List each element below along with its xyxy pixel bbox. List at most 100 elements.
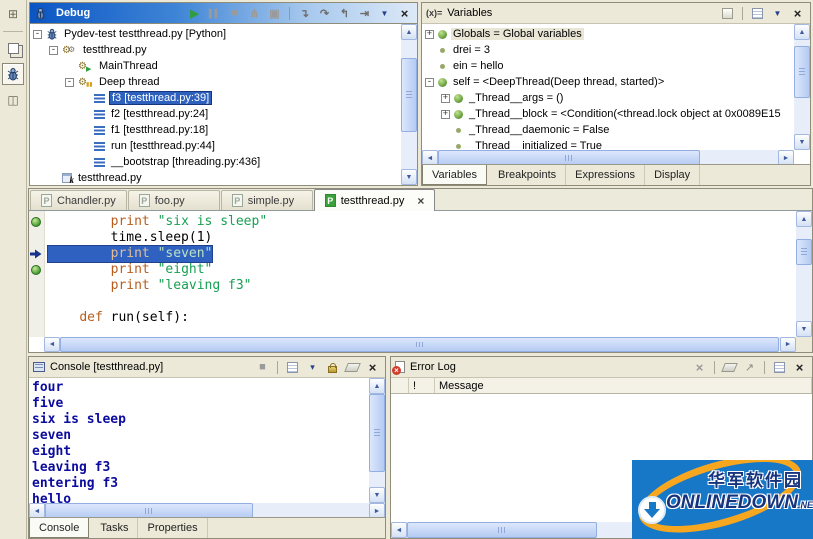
collapse-icon[interactable]: - [425,78,434,87]
scrollbar-thumb[interactable] [369,394,385,472]
console-view-tab-tasks[interactable]: Tasks [91,518,138,538]
step-over-icon[interactable]: ↷ [318,6,331,21]
scroll-down-button[interactable]: ▼ [796,321,812,337]
errorlog-column-blank[interactable] [391,378,409,393]
step-filters-icon[interactable]: ⇥ [358,6,371,21]
variables-view-tab-expressions[interactable]: Expressions [566,165,645,185]
expand-icon[interactable]: + [441,94,450,103]
console-view-tab-console[interactable]: Console [29,518,89,538]
variable-tree-item[interactable]: +Globals = Global variables [422,26,794,42]
suspend-icon[interactable]: ▌▌ [208,6,221,21]
editor-gutter[interactable] [29,211,45,337]
errorlog-column-message[interactable]: Message [435,378,812,393]
scrollbar-thumb[interactable] [60,337,779,352]
debug-tree-item[interactable]: -⚙⚙testthread.py [30,42,401,58]
variables-view-tab-display[interactable]: Display [645,165,700,185]
debug-tree-item[interactable]: run [testthread.py:44] [30,138,401,154]
terminate-icon[interactable]: ■ [228,6,241,21]
open-perspective-icon[interactable]: ⊞ [2,3,24,25]
debug-vertical-scrollbar[interactable]: ▲ ▼ [401,24,417,185]
open-log-icon[interactable] [773,360,786,375]
editor-tab-foo.py[interactable]: Pfoo.py [128,190,220,210]
resume-icon[interactable]: ▶ [188,6,201,21]
scrollbar-thumb[interactable] [407,522,597,538]
terminate-icon[interactable]: ■ [256,360,269,375]
scroll-lock-icon[interactable] [326,360,339,375]
scrollbar-thumb[interactable] [796,239,812,265]
debug-view-titlebar[interactable]: Debug ▶▌▌■⋔▣↴↷↰⇥▼× [30,3,417,24]
plugin-perspective-icon[interactable]: ◫ [2,89,24,111]
debug-tree-item[interactable]: -⚙▮▮Deep thread [30,74,401,90]
editor-tab-simple.py[interactable]: Psimple.py [221,190,313,210]
variable-tree-item[interactable]: drei = 3 [422,42,794,58]
scroll-up-button[interactable]: ▲ [794,24,810,40]
variable-tree-item[interactable]: _Thread__daemonic = False [422,122,794,138]
variables-view-tab-variables[interactable]: Variables [422,165,487,185]
expand-icon[interactable]: + [425,30,434,39]
editor-horizontal-scrollbar[interactable]: ◄ ► [44,337,796,352]
scroll-up-button[interactable]: ▲ [401,24,417,40]
scroll-up-button[interactable]: ▲ [796,211,812,227]
expand-icon[interactable]: + [441,110,450,119]
step-into-icon[interactable]: ↴ [298,6,311,21]
show-logical-structure-icon[interactable] [751,6,764,21]
close-icon[interactable]: × [398,6,411,21]
collapse-icon[interactable]: - [49,46,58,55]
close-icon[interactable]: × [791,6,804,21]
view-menu-icon[interactable]: ▼ [771,6,784,21]
close-icon[interactable]: × [793,360,806,375]
debug-tree-item[interactable]: f2 [testthread.py:24] [30,106,401,122]
debug-tree-item[interactable]: ⚙▶MainThread [30,58,401,74]
variable-tree-item[interactable]: +_Thread__args = () [422,90,794,106]
code-editor[interactable]: print "six is sleep" time.sleep(1) print… [45,211,796,337]
editor-tab-chandler.py[interactable]: PChandler.py [30,190,127,210]
show-type-names-icon[interactable] [721,6,734,21]
collapse-icon[interactable]: - [65,78,74,87]
console-output[interactable]: fourfivesix is sleepseveneightleaving f3… [29,378,369,505]
variables-view-titlebar[interactable]: (x)= Variables ▼× [422,3,810,24]
disconnect-icon[interactable]: ⋔ [248,6,261,21]
console-view-titlebar[interactable]: Console [testthread.py] ■▾× [29,357,385,378]
close-icon[interactable]: × [366,360,379,375]
debug-perspective-icon[interactable] [2,63,24,85]
variables-tree[interactable]: +Globals = Global variablesdrei = 3ein =… [422,24,794,152]
breakpoint-icon[interactable] [31,265,41,275]
debug-tree-item[interactable]: f3 [testthread.py:39] [30,90,401,106]
step-return-icon[interactable]: ↰ [338,6,351,21]
variable-tree-item[interactable]: +_Thread__block = <Condition(<thread.loc… [422,106,794,122]
scroll-down-button[interactable]: ▼ [794,134,810,150]
collapse-icon[interactable]: - [33,30,42,39]
debug-tree-item[interactable]: f1 [testthread.py:18] [30,122,401,138]
export-log-icon[interactable]: ↗ [743,360,756,375]
clear-console-icon[interactable] [346,360,359,375]
editor-tab-testthread.py[interactable]: Ptestthread.py× [314,189,436,211]
scroll-up-button[interactable]: ▲ [369,378,385,394]
debug-tree-item[interactable]: __bootstrap [threading.py:436] [30,154,401,170]
close-tab-icon[interactable]: × [417,194,424,208]
variable-tree-item[interactable]: ein = hello [422,58,794,74]
scrollbar-thumb[interactable] [794,46,810,98]
variables-vertical-scrollbar[interactable]: ▲ ▼ [794,24,810,150]
debug-tree-item[interactable]: ktestthread.py [30,170,401,185]
scroll-left-button[interactable]: ◄ [44,337,60,352]
remove-terminated-icon[interactable]: ▣ [268,6,281,21]
console-vertical-scrollbar[interactable]: ▲ ▼ [369,378,385,503]
scroll-left-button[interactable]: ◄ [391,522,407,538]
variables-view-tab-breakpoints[interactable]: Breakpoints [489,165,566,185]
clear-log-icon[interactable] [723,360,736,375]
delete-log-icon[interactable]: × [693,360,706,375]
scroll-right-button[interactable]: ► [780,337,796,352]
scroll-down-button[interactable]: ▼ [401,169,417,185]
errorlog-column-[interactable]: ! [409,378,435,393]
variable-tree-item[interactable]: -self = <DeepThread(Deep thread, started… [422,74,794,90]
resource-perspective-icon[interactable] [2,37,24,59]
console-view-tab-properties[interactable]: Properties [138,518,207,538]
debug-tree-item[interactable]: -Pydev-test testthread.py [Python] [30,26,401,42]
display-console-icon[interactable] [286,360,299,375]
console-menu-icon[interactable]: ▾ [306,360,319,375]
scrollbar-thumb[interactable] [401,58,417,132]
scroll-down-button[interactable]: ▼ [369,487,385,503]
editor-vertical-scrollbar[interactable]: ▲ ▼ [796,211,812,337]
errorlog-view-titlebar[interactable]: Error Log ×↗× [391,357,812,378]
debug-tree[interactable]: -Pydev-test testthread.py [Python]-⚙⚙tes… [30,24,401,185]
